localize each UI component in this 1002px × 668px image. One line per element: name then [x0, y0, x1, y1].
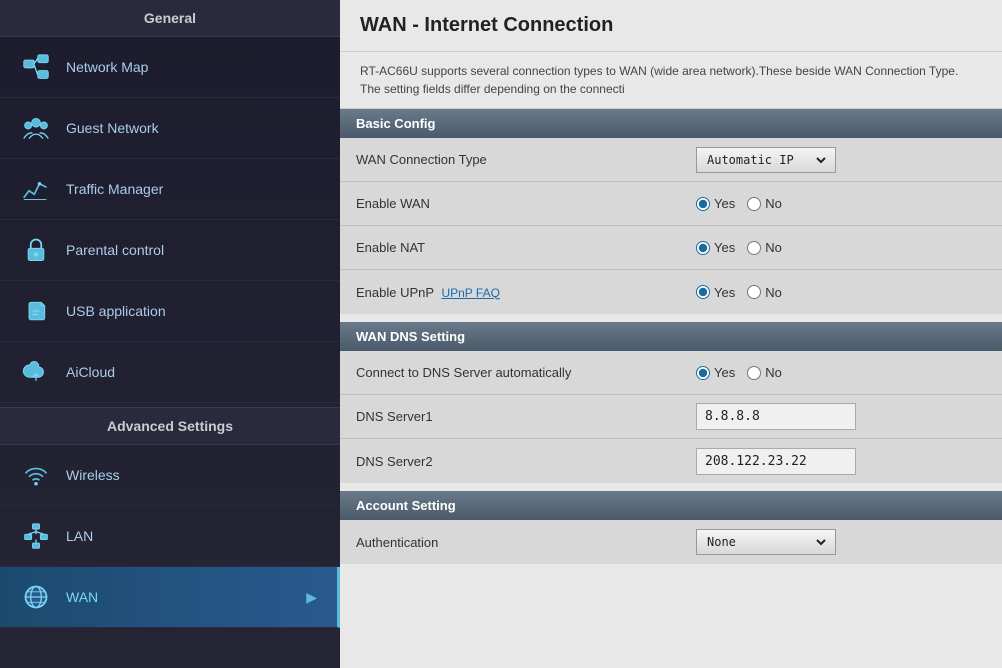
wan-dns-section: WAN DNS Setting Connect to DNS Server au… — [340, 322, 1002, 483]
dns-server1-input[interactable] — [696, 403, 856, 430]
sidebar-label-guest-network: Guest Network — [66, 120, 159, 136]
page-title: WAN - Internet Connection — [340, 0, 1002, 52]
dns-server1-row: DNS Server1 — [340, 395, 1002, 439]
basic-config-header: Basic Config — [340, 109, 1002, 138]
enable-wan-row: Enable WAN Yes No — [340, 182, 1002, 226]
sidebar-item-traffic-manager[interactable]: Traffic Manager — [0, 159, 340, 220]
enable-nat-row: Enable NAT Yes No — [340, 226, 1002, 270]
enable-upnp-text: Enable UPnP — [356, 285, 434, 300]
authentication-dropdown[interactable]: None PAP CHAP MS-CHAP MS-CHAPv2 — [703, 534, 829, 550]
sidebar-item-aicloud[interactable]: AiCloud — [0, 342, 340, 403]
dns-server2-control — [680, 440, 1002, 483]
enable-nat-yes-label: Yes — [714, 240, 735, 255]
sidebar-label-network-map: Network Map — [66, 59, 148, 75]
enable-wan-yes[interactable]: Yes — [696, 196, 735, 211]
wan-connection-type-dropdown[interactable]: Automatic IP PPPoE PPTP L2TP Static IP — [703, 152, 829, 168]
wan-connection-type-label: WAN Connection Type — [340, 142, 680, 177]
sidebar-label-aicloud: AiCloud — [66, 364, 115, 380]
enable-upnp-no[interactable]: No — [747, 285, 782, 300]
account-setting-body: Authentication None PAP CHAP MS-CHAP MS-… — [340, 520, 1002, 564]
sidebar-label-wireless: Wireless — [66, 467, 120, 483]
sidebar-item-lan[interactable]: LAN — [0, 506, 340, 567]
enable-upnp-yes[interactable]: Yes — [696, 285, 735, 300]
sidebar-item-parental-control[interactable]: Parental control — [0, 220, 340, 281]
dns-server2-label: DNS Server2 — [340, 444, 680, 479]
dns-server1-control — [680, 395, 1002, 438]
authentication-select[interactable]: None PAP CHAP MS-CHAP MS-CHAPv2 — [696, 529, 836, 555]
enable-nat-label: Enable NAT — [340, 230, 680, 265]
authentication-row: Authentication None PAP CHAP MS-CHAP MS-… — [340, 520, 1002, 564]
dns-server2-row: DNS Server2 — [340, 439, 1002, 483]
sidebar-item-wan[interactable]: WAN — [0, 567, 340, 628]
connect-dns-label: Connect to DNS Server automatically — [340, 355, 680, 390]
sidebar-label-usb-application: USB application — [66, 303, 166, 319]
enable-upnp-label: Enable UPnP UPnP FAQ — [340, 275, 680, 310]
enable-nat-no-label: No — [765, 240, 782, 255]
enable-wan-control: Yes No — [680, 188, 1002, 219]
wan-dns-body: Connect to DNS Server automatically Yes … — [340, 351, 1002, 483]
basic-config-body: WAN Connection Type Automatic IP PPPoE P… — [340, 138, 1002, 314]
wan-connection-type-control: Automatic IP PPPoE PPTP L2TP Static IP — [680, 139, 1002, 181]
connect-dns-row: Connect to DNS Server automatically Yes … — [340, 351, 1002, 395]
enable-upnp-row: Enable UPnP UPnP FAQ Yes No — [340, 270, 1002, 314]
connect-dns-yes-label: Yes — [714, 365, 735, 380]
section-gap-2 — [340, 483, 1002, 491]
enable-wan-no[interactable]: No — [747, 196, 782, 211]
account-setting-header: Account Setting — [340, 491, 1002, 520]
wan-connection-type-select[interactable]: Automatic IP PPPoE PPTP L2TP Static IP — [696, 147, 836, 173]
wan-icon — [20, 581, 52, 613]
traffic-manager-icon — [20, 173, 52, 205]
connect-dns-no-label: No — [765, 365, 782, 380]
enable-upnp-yes-label: Yes — [714, 285, 735, 300]
general-header: General — [0, 0, 340, 37]
sidebar-label-lan: LAN — [66, 528, 93, 544]
lan-icon — [20, 520, 52, 552]
enable-wan-yes-label: Yes — [714, 196, 735, 211]
sidebar-item-network-map[interactable]: Network Map — [0, 37, 340, 98]
basic-config-section: Basic Config WAN Connection Type Automat… — [340, 109, 1002, 314]
enable-upnp-control: Yes No — [680, 277, 1002, 308]
guest-network-icon — [20, 112, 52, 144]
enable-wan-label: Enable WAN — [340, 186, 680, 221]
sidebar-label-traffic-manager: Traffic Manager — [66, 181, 163, 197]
main-content: WAN - Internet Connection RT-AC66U suppo… — [340, 0, 1002, 668]
section-gap-1 — [340, 314, 1002, 322]
dns-server2-input[interactable] — [696, 448, 856, 475]
account-setting-section: Account Setting Authentication None PAP … — [340, 491, 1002, 564]
enable-upnp-no-label: No — [765, 285, 782, 300]
parental-control-icon — [20, 234, 52, 266]
authentication-label: Authentication — [340, 525, 680, 560]
enable-nat-control: Yes No — [680, 232, 1002, 263]
connect-dns-control: Yes No — [680, 357, 1002, 388]
sidebar-item-wireless[interactable]: Wireless — [0, 445, 340, 506]
usb-application-icon — [20, 295, 52, 327]
sidebar-label-parental-control: Parental control — [66, 242, 164, 258]
dns-server1-label: DNS Server1 — [340, 399, 680, 434]
wireless-icon — [20, 459, 52, 491]
aicloud-icon — [20, 356, 52, 388]
network-map-icon — [20, 51, 52, 83]
connect-dns-yes[interactable]: Yes — [696, 365, 735, 380]
enable-nat-yes[interactable]: Yes — [696, 240, 735, 255]
connect-dns-no[interactable]: No — [747, 365, 782, 380]
sidebar-item-usb-application[interactable]: USB application — [0, 281, 340, 342]
sidebar: General Network Map Guest Network — [0, 0, 340, 668]
authentication-control: None PAP CHAP MS-CHAP MS-CHAPv2 — [680, 521, 1002, 563]
upnp-faq-link[interactable]: UPnP FAQ — [441, 286, 499, 300]
wan-connection-type-row: WAN Connection Type Automatic IP PPPoE P… — [340, 138, 1002, 182]
sidebar-label-wan: WAN — [66, 589, 98, 605]
enable-wan-no-label: No — [765, 196, 782, 211]
sidebar-item-guest-network[interactable]: Guest Network — [0, 98, 340, 159]
advanced-settings-header: Advanced Settings — [0, 407, 340, 445]
description-text: RT-AC66U supports several connection typ… — [340, 52, 1002, 109]
enable-nat-no[interactable]: No — [747, 240, 782, 255]
wan-dns-header: WAN DNS Setting — [340, 322, 1002, 351]
